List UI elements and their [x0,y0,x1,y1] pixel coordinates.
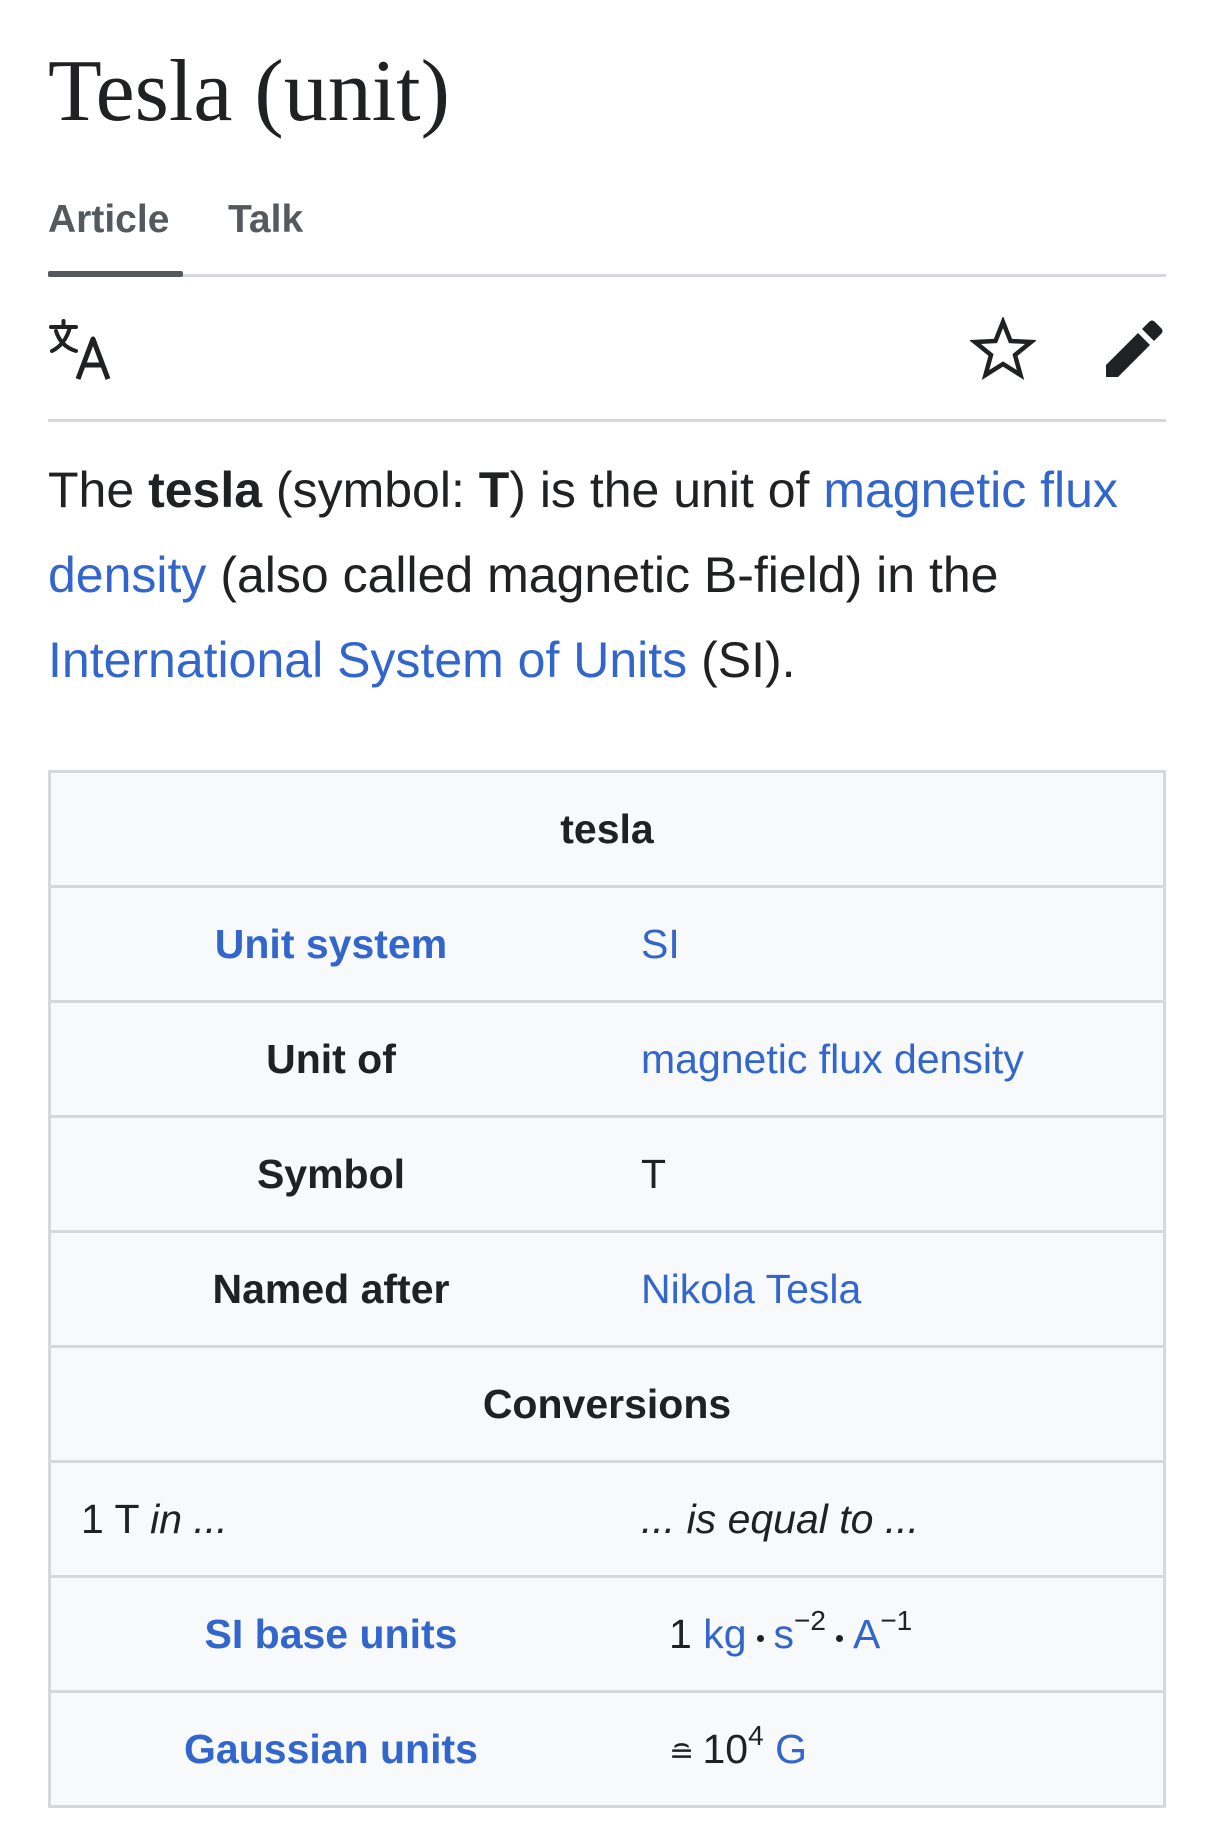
conversion-left-header: 1 T in ... [81,1463,228,1575]
star-icon[interactable] [970,317,1036,383]
intro-text: (also called magnetic B-field) in the [206,547,999,603]
ampere-link[interactable]: A [853,1611,880,1657]
conversions-subheader-row: 1 T in ... ... is equal to ... [51,1460,1163,1575]
page-title: Tesla (unit) [48,43,450,140]
conversion-right-italic: ... is equal to ... [641,1496,920,1542]
magnetic-flux-density-value-link[interactable]: magnetic flux density [641,1003,1024,1115]
infobox-title: tesla [560,806,654,852]
conversion-right-header: ... is equal to ... [641,1463,919,1575]
intro-text: (SI). [687,632,796,688]
si-link[interactable]: International System of Units [48,632,687,688]
infobox-row: Symbol T [51,1115,1163,1230]
intro-text: (symbol: [262,462,479,518]
gaussian-space [764,1726,775,1772]
gaussian-units-value: ≘ 104 G [669,1693,807,1805]
si-coef: 1 [669,1611,704,1657]
namespace-tabs: Article Talk [48,190,1166,277]
s-exponent: −2 [794,1605,826,1636]
page-actions-toolbar [48,277,1166,422]
si-base-units-link[interactable]: SI base units [51,1578,611,1690]
intro-symbol: T [478,462,510,518]
intro-text: The [48,462,149,518]
conversion-left-italic: in ... [150,1496,228,1542]
si-base-units-row: SI base units 1 kg s−2 A−1 [51,1575,1163,1690]
tab-talk[interactable]: Talk [228,190,303,274]
infobox-row: Named after Nikola Tesla [51,1230,1163,1345]
infobox-row: Unit of magnetic flux density [51,1000,1163,1115]
tab-article[interactable]: Article [48,190,183,277]
pencil-icon[interactable] [1100,317,1166,383]
si-value-link[interactable]: SI [641,888,680,1000]
unit-system-label-link[interactable]: Unit system [51,888,611,1000]
gaussian-base: 10 [702,1726,749,1772]
infobox: tesla Unit system SI Unit of magnetic fl… [48,770,1166,1808]
named-after-label: Named after [212,1266,450,1312]
gaussian-units-link[interactable]: Gaussian units [51,1693,611,1805]
nikola-tesla-link[interactable]: Nikola Tesla [641,1233,861,1345]
multiplication-dot [835,1635,843,1642]
conversions-header-row: Conversions [51,1345,1163,1460]
unit-of-label: Unit of [266,1036,396,1082]
symbol-label: Symbol [256,1151,406,1197]
gaussian-units-row: Gaussian units ≘ 104 G [51,1690,1163,1805]
intro-text: ) is the unit of [509,462,824,518]
multiplication-dot [756,1635,764,1642]
s-link[interactable]: s [774,1611,795,1657]
infobox-header-row: tesla [51,773,1163,885]
gaussian-exponent: 4 [748,1720,764,1751]
symbol-value: T [641,1151,667,1197]
infobox-row: Unit system SI [51,885,1163,1000]
corresponds-sign: ≘ [669,1737,703,1770]
a-exponent: −1 [880,1605,913,1636]
intro-paragraph: The tesla (symbol: T) is the unit of mag… [48,448,1178,703]
kg-link[interactable]: kg [703,1611,746,1657]
intro-term: tesla [148,462,263,518]
conversions-heading: Conversions [482,1381,732,1427]
gauss-link[interactable]: G [775,1726,807,1772]
si-base-units-value: 1 kg s−2 A−1 [669,1578,912,1690]
conversion-left-text: 1 T [81,1496,151,1542]
language-icon[interactable] [48,317,114,383]
